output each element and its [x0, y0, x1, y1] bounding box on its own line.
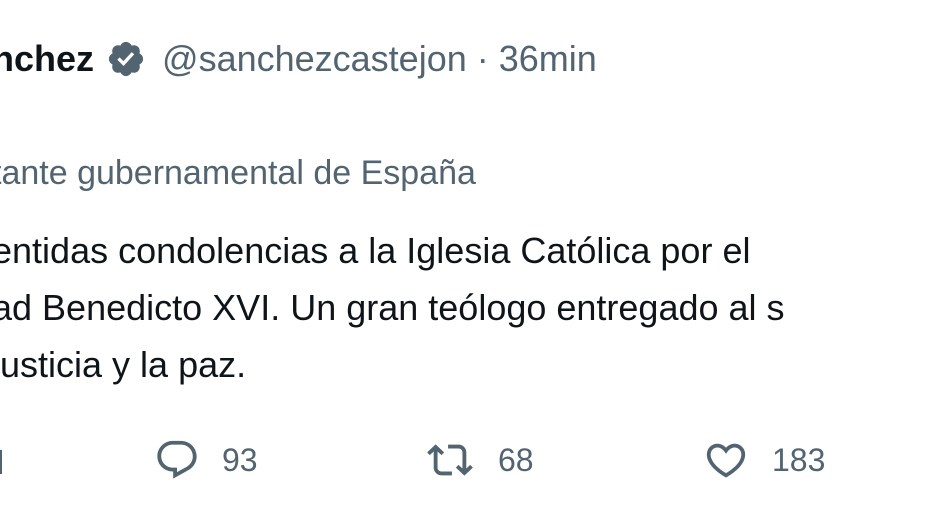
separator-dot: ·: [476, 38, 489, 79]
reply-button[interactable]: 93: [154, 432, 258, 488]
verified-badge-icon: [106, 39, 146, 79]
author-handle[interactable]: @sanchezcastejon: [162, 38, 467, 80]
retweet-button[interactable]: 68: [424, 432, 534, 488]
account-label: tante gubernamental de España: [0, 154, 476, 192]
tweet: nchez @sanchezcastejon · 36min tante gub…: [0, 0, 928, 522]
tweet-text: entidas condolencias a la Iglesia Católi…: [0, 222, 928, 393]
tweet-text-line: ad Benedicto XVI. Un gran teólogo entreg…: [0, 287, 785, 328]
like-count: 183: [772, 441, 826, 478]
tweet-actions: 93 68 183: [0, 432, 928, 488]
reply-icon: [154, 437, 200, 483]
like-button[interactable]: 183: [702, 432, 825, 488]
reply-count: 93: [222, 441, 258, 478]
tweet-text-line: entidas condolencias a la Iglesia Católi…: [0, 230, 751, 271]
author-name[interactable]: nchez: [0, 38, 94, 80]
retweet-count: 68: [498, 441, 534, 478]
heart-icon: [702, 437, 750, 483]
tweet-timestamp[interactable]: 36min: [499, 38, 597, 80]
tweet-text-line: justicia y la paz.: [0, 344, 247, 385]
tweet-header: nchez @sanchezcastejon · 36min: [0, 34, 597, 84]
retweet-icon: [424, 437, 476, 483]
chart-icon[interactable]: [0, 448, 8, 476]
